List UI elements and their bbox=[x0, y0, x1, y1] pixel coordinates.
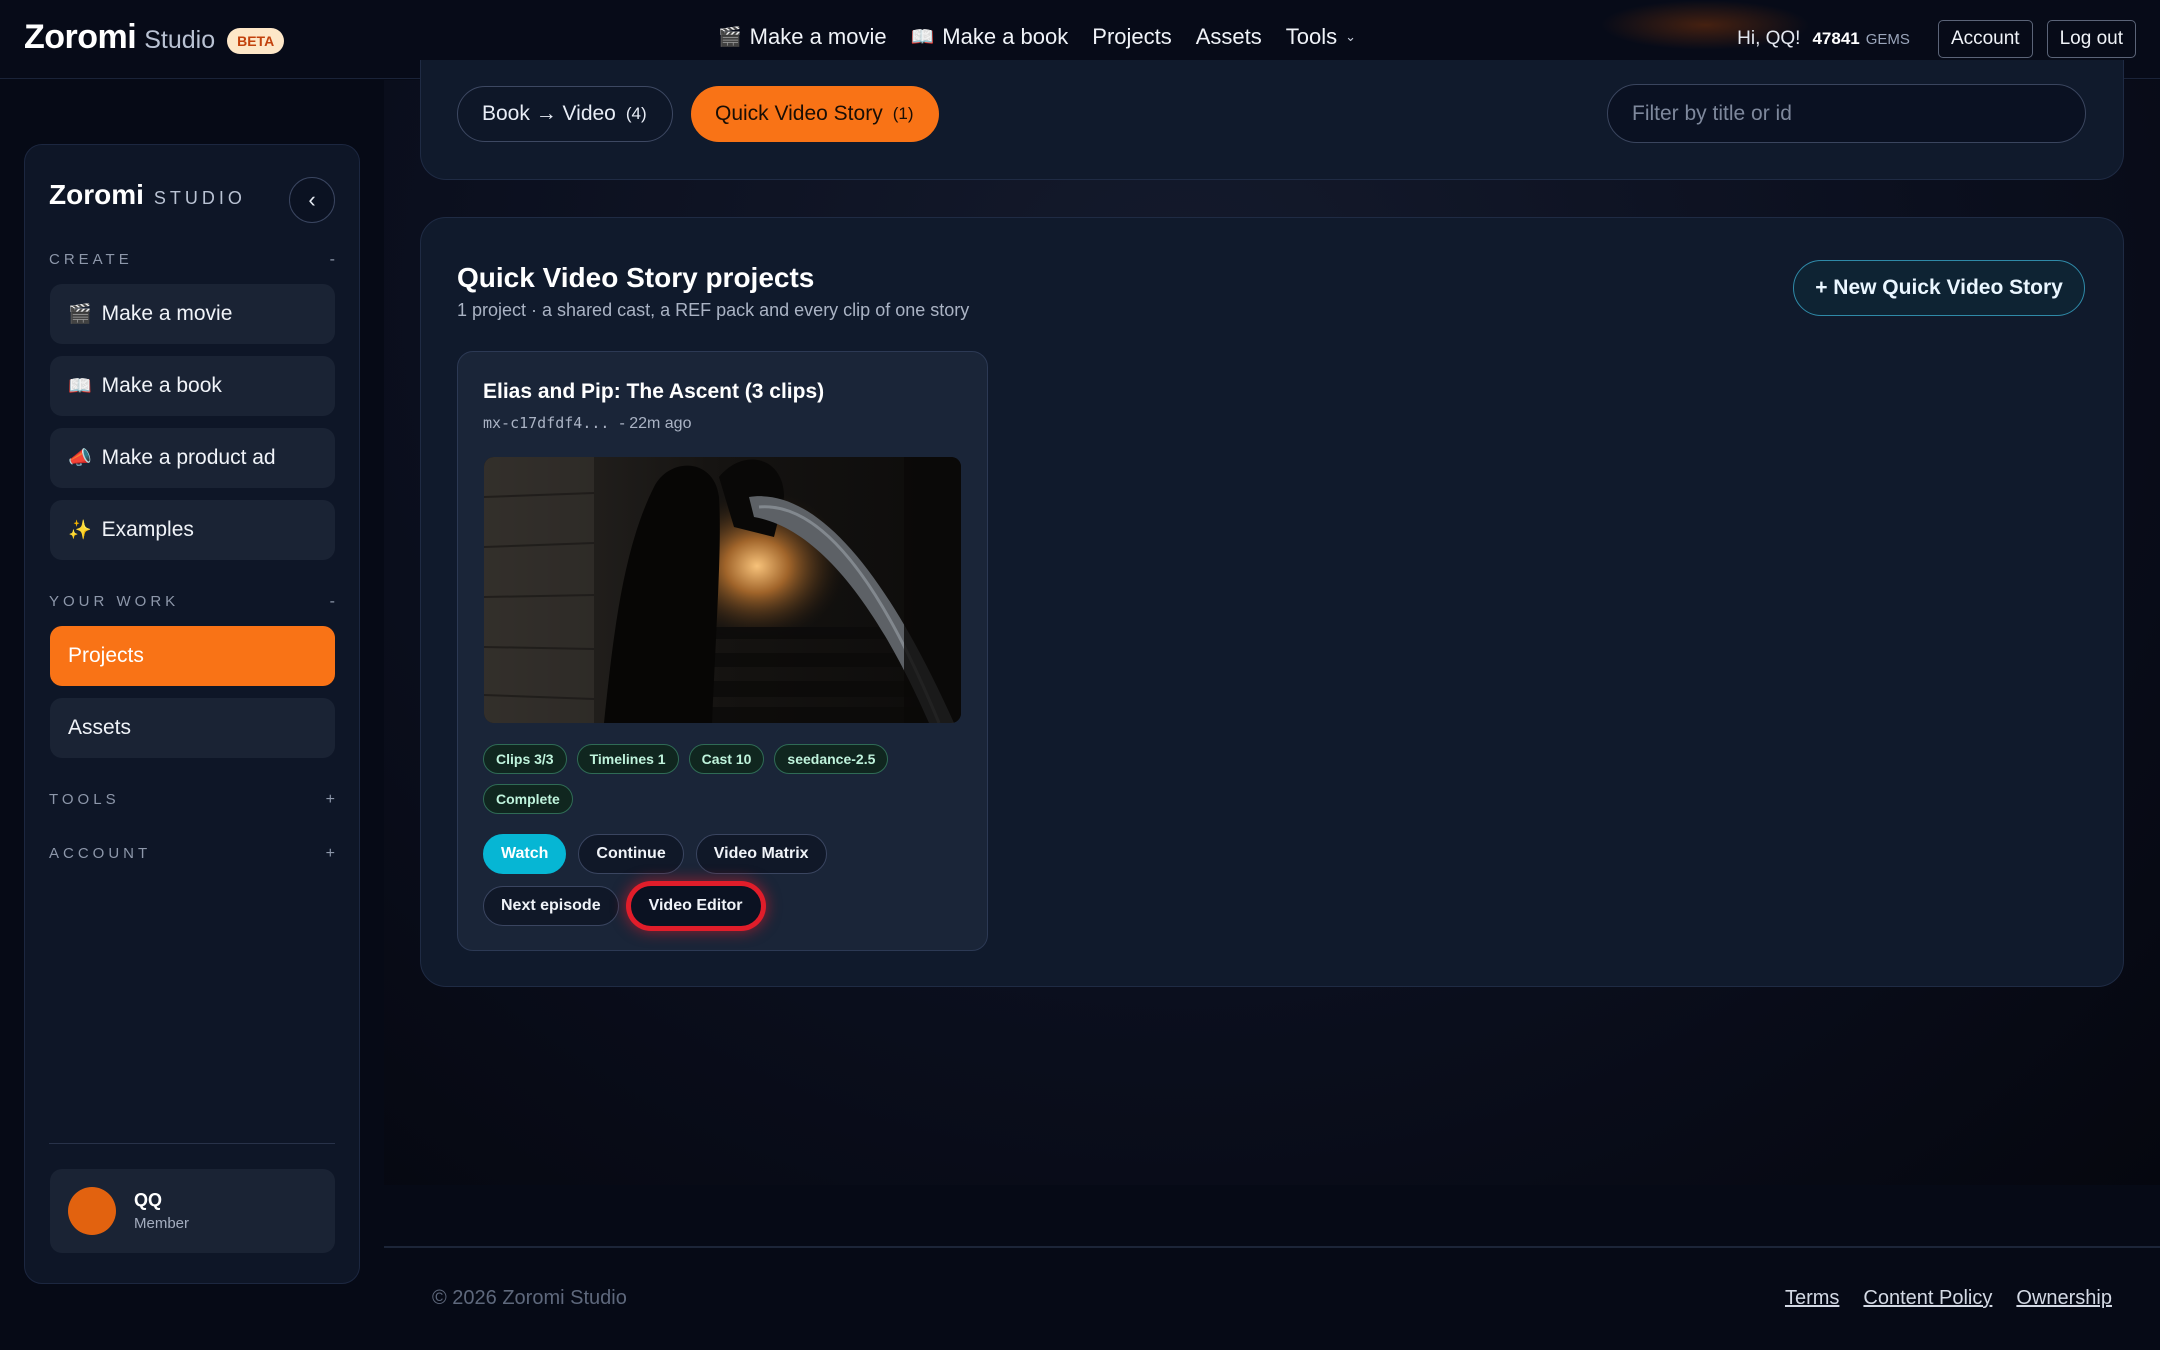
sidebar: Zoromi STUDIO ‹ CREATE - 🎬 Make a movie … bbox=[24, 144, 360, 1284]
user-role: Member bbox=[134, 1215, 190, 1232]
user-info: QQ Member bbox=[134, 1190, 189, 1232]
project-time: - 22m ago bbox=[619, 415, 692, 432]
next-episode-button[interactable]: Next episode bbox=[483, 886, 619, 926]
nav-projects[interactable]: Projects bbox=[1092, 24, 1171, 50]
section-label: YOUR WORK bbox=[49, 593, 180, 610]
continue-button[interactable]: Continue bbox=[578, 834, 684, 874]
sidebar-item-label: Make a product ad bbox=[101, 446, 276, 469]
project-actions-row: Watch Continue Video Matrix bbox=[483, 834, 839, 874]
section-label: ACCOUNT bbox=[49, 845, 152, 862]
tab-label: Quick Video Story bbox=[715, 102, 883, 125]
new-quick-video-story-button[interactable]: + New Quick Video Story bbox=[1793, 260, 2085, 316]
filter-search-input[interactable] bbox=[1607, 84, 2086, 143]
beta-badge: BETA bbox=[227, 27, 285, 54]
video-matrix-button[interactable]: Video Matrix bbox=[695, 834, 827, 874]
nav-label: Tools bbox=[1285, 24, 1338, 49]
greeting: Hi, QQ! bbox=[1737, 28, 1801, 49]
footer-links: Terms Content Policy Ownership bbox=[1761, 1287, 2112, 1310]
nav-tools[interactable]: Tools ⌄ bbox=[1286, 24, 1356, 50]
sidebar-divider bbox=[49, 1143, 335, 1144]
nav-assets[interactable]: Assets bbox=[1196, 24, 1262, 50]
terms-link[interactable]: Terms bbox=[1785, 1287, 1839, 1310]
brand-sub: Studio bbox=[144, 26, 216, 54]
sidebar-item-make-a-book[interactable]: 📖 Make a book bbox=[50, 356, 335, 416]
nav-make-a-movie[interactable]: 🎬 Make a movie bbox=[718, 24, 887, 50]
content-policy-link[interactable]: Content Policy bbox=[1863, 1287, 1992, 1310]
sidebar-studio-label: STUDIO bbox=[153, 188, 246, 208]
user-name: QQ bbox=[134, 1190, 163, 1210]
sidebar-item-examples[interactable]: ✨ Examples bbox=[50, 500, 335, 560]
cast-badge: Cast 10 bbox=[688, 744, 765, 774]
project-thumbnail[interactable] bbox=[484, 457, 961, 723]
megaphone-icon: 📣 bbox=[68, 448, 92, 469]
sidebar-item-projects[interactable]: Projects bbox=[50, 626, 335, 686]
thumbnail-image bbox=[484, 457, 961, 723]
book-icon: 📖 bbox=[68, 376, 92, 397]
copyright: © 2026 Zoromi Studio bbox=[432, 1287, 627, 1309]
clapperboard-icon: 🎬 bbox=[68, 304, 92, 325]
logout-button[interactable]: Log out bbox=[2046, 20, 2136, 58]
tab-count: (1) bbox=[892, 104, 914, 123]
project-id: mx-c17dfdf4... bbox=[483, 414, 610, 432]
section-subtitle: 1 project · a shared cast, a REF pack an… bbox=[457, 300, 970, 320]
sidebar-item-make-a-product-ad[interactable]: 📣 Make a product ad bbox=[50, 428, 335, 488]
clapperboard-icon: 🎬 bbox=[718, 27, 742, 48]
expand-icon: + bbox=[325, 791, 335, 808]
sidebar-item-make-a-movie[interactable]: 🎬 Make a movie bbox=[50, 284, 335, 344]
nav-make-a-book[interactable]: 📖 Make a book bbox=[911, 24, 1069, 50]
book-icon: 📖 bbox=[910, 27, 935, 48]
tab-count: (4) bbox=[625, 104, 647, 123]
sidebar-item-label: Assets bbox=[68, 716, 132, 739]
gems-label: GEMS bbox=[1865, 30, 1910, 48]
watch-button[interactable]: Watch bbox=[483, 834, 567, 874]
sidebar-brand: Zoromi STUDIO bbox=[49, 179, 246, 211]
section-label: TOOLS bbox=[49, 791, 120, 808]
model-badge: seedance-2.5 bbox=[774, 744, 889, 774]
timelines-badge: Timelines 1 bbox=[576, 744, 679, 774]
sidebar-item-label: Make a movie bbox=[101, 302, 233, 325]
sidebar-brand-name: Zoromi bbox=[49, 179, 144, 210]
nav-label: Make a movie bbox=[749, 24, 887, 49]
chevron-down-icon: ⌄ bbox=[1345, 29, 1357, 44]
sidebar-item-label: Projects bbox=[68, 644, 144, 667]
gems-count: 47841 bbox=[1812, 29, 1860, 48]
sidebar-item-label: Examples bbox=[101, 518, 194, 541]
clips-badge: Clips 3/3 bbox=[483, 744, 567, 774]
account-button[interactable]: Account bbox=[1937, 20, 2033, 58]
user-area: Hi, QQ! 47841 GEMS Account Log out bbox=[1737, 20, 2136, 58]
project-meta: mx-c17dfdf4... - 22m ago bbox=[483, 414, 691, 433]
tab-quick-video-story[interactable]: Quick Video Story (1) bbox=[691, 86, 939, 142]
ownership-link[interactable]: Ownership bbox=[2016, 1287, 2112, 1310]
brand-logo[interactable]: Zoromi Studio BETA bbox=[24, 18, 285, 57]
project-status-row: Complete bbox=[483, 784, 583, 814]
avatar bbox=[68, 1187, 116, 1235]
section-label: CREATE bbox=[49, 251, 133, 268]
project-actions-row: Next episode Video Editor bbox=[483, 886, 773, 926]
tab-book-to-video[interactable]: Book → Video (4) bbox=[457, 86, 673, 142]
chevron-left-icon: ‹ bbox=[308, 187, 316, 212]
project-stats-row: Clips 3/3 Timelines 1 Cast 10 seedance-2… bbox=[483, 744, 898, 774]
sidebar-item-assets[interactable]: Assets bbox=[50, 698, 335, 758]
sidebar-item-label: Make a book bbox=[101, 374, 222, 397]
top-nav: 🎬 Make a movie 📖 Make a book Projects As… bbox=[718, 24, 1380, 50]
status-badge: Complete bbox=[483, 784, 573, 814]
video-editor-button[interactable]: Video Editor bbox=[630, 886, 761, 926]
section-your-work[interactable]: YOUR WORK - bbox=[49, 593, 335, 611]
collapse-sidebar-button[interactable]: ‹ bbox=[289, 177, 335, 223]
collapse-icon: - bbox=[329, 593, 335, 610]
project-title[interactable]: Elias and Pip: The Ascent (3 clips) bbox=[483, 380, 824, 404]
footer-divider bbox=[384, 1246, 2160, 1248]
sparkles-icon: ✨ bbox=[68, 520, 92, 541]
brand-name: Zoromi bbox=[24, 18, 137, 56]
expand-icon: + bbox=[325, 845, 335, 862]
section-title: Quick Video Story projects bbox=[457, 262, 815, 293]
section-account[interactable]: ACCOUNT + bbox=[49, 845, 335, 863]
collapse-icon: - bbox=[329, 251, 335, 268]
tab-label: Book → Video bbox=[482, 102, 616, 125]
nav-label: Make a book bbox=[942, 24, 1069, 49]
user-profile-card[interactable]: QQ Member bbox=[50, 1169, 335, 1253]
section-tools[interactable]: TOOLS + bbox=[49, 791, 335, 809]
section-create[interactable]: CREATE - bbox=[49, 251, 335, 269]
